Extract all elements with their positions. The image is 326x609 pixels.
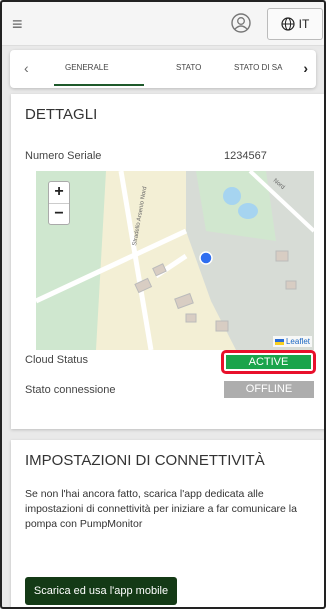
tab-stato[interactable]: STATO	[176, 63, 201, 72]
chevron-left-icon[interactable]: ‹	[24, 60, 29, 76]
map-attribution[interactable]: Leaflet	[272, 336, 312, 347]
connection-label: Stato connessione	[25, 384, 116, 396]
language-selector[interactable]: IT	[267, 8, 323, 40]
cloud-status-label: Cloud Status	[25, 354, 88, 366]
connectivity-card: IMPOSTAZIONI DI CONNETTIVITÀ Se non l'ha…	[11, 440, 326, 609]
tab-stato-di-salute[interactable]: STATO DI SA	[234, 63, 284, 72]
globe-icon	[281, 17, 295, 31]
connectivity-title: IMPOSTAZIONI DI CONNETTIVITÀ	[25, 452, 265, 469]
map-zoom-control: + −	[48, 181, 70, 225]
flag-icon	[274, 338, 284, 345]
chevron-right-icon[interactable]: ›	[303, 60, 308, 76]
connectivity-text: Se non l'hai ancora fatto, scarica l'app…	[25, 488, 297, 530]
hamburger-icon[interactable]: ≡	[12, 14, 23, 35]
map-tiles: Stradello Arsenio Nord Nord	[36, 171, 314, 350]
serial-value: 1234567	[224, 150, 267, 162]
download-app-button[interactable]: Scarica ed usa l'app mobile	[25, 577, 177, 605]
map[interactable]: Stradello Arsenio Nord Nord	[36, 171, 314, 350]
serial-label: Numero Seriale	[25, 150, 102, 162]
tab-bar: ‹ GENERALE STATO STATO DI SA ›	[10, 50, 316, 88]
user-circle-icon[interactable]	[230, 12, 252, 34]
zoom-in-button[interactable]: +	[49, 182, 69, 203]
leaflet-link[interactable]: Leaflet	[286, 337, 310, 346]
zoom-out-button[interactable]: −	[49, 203, 69, 224]
language-label: IT	[298, 17, 310, 31]
connection-status-badge: OFFLINE	[224, 381, 314, 398]
top-bar: ≡ IT	[2, 2, 324, 46]
cloud-status-badge: ACTIVE	[221, 350, 316, 374]
cloud-status-value: ACTIVE	[226, 355, 311, 369]
tab-generale[interactable]: GENERALE	[65, 63, 109, 72]
details-title: DETTAGLI	[25, 106, 98, 123]
active-tab-indicator	[54, 84, 144, 86]
